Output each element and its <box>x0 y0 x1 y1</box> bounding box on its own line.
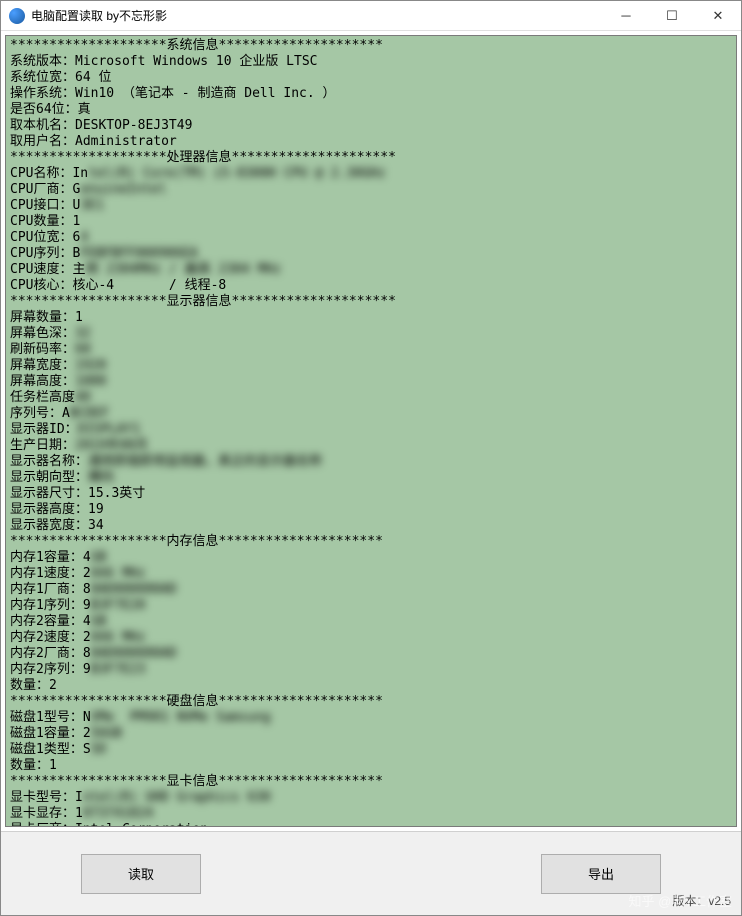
gpu-line: 显卡显存：1073741824 <box>10 806 732 822</box>
memory-line: 内存1容量：4GB <box>10 550 732 566</box>
memory-line: 内存2速度：2666 MHz <box>10 630 732 646</box>
display-line: 显示器名称：通用即插即用监视器，真正的显示器名称 <box>10 454 732 470</box>
cpu-line: CPU核心：核心-4 / 线程-8 <box>10 278 732 294</box>
disk-section-header: ********************硬盘信息****************… <box>10 694 732 710</box>
display-line: 屏幕高度：1080 <box>10 374 732 390</box>
cpu-line: CPU厂商：GenuineIntel <box>10 182 732 198</box>
text-panel-wrap: ********************系统信息****************… <box>1 31 741 831</box>
display-section-header: ********************显示器信息***************… <box>10 294 732 310</box>
display-line: 显示器高度：19 <box>10 502 732 518</box>
cpu-line: CPU速度：主频 2304MHz / 最高 2304 MHz <box>10 262 732 278</box>
maximize-button[interactable]: ☐ <box>649 1 695 30</box>
display-line: 显示朝向型：横向 <box>10 470 732 486</box>
titlebar: 电脑配置读取 by不忘形影 ─ ☐ ✕ <box>1 1 741 31</box>
window-title: 电脑配置读取 by不忘形影 <box>31 7 603 24</box>
system-line: 系统位宽：64 位 <box>10 70 732 86</box>
cpu-section-header: ********************处理器信息***************… <box>10 150 732 166</box>
gpu-line: 显卡厂商：Intel Corporation <box>10 822 732 827</box>
system-line: 取本机名：DESKTOP-8EJ3T49 <box>10 118 732 134</box>
disk-line: 数量：1 <box>10 758 732 774</box>
memory-section-header: ********************内存信息****************… <box>10 534 732 550</box>
disk-line: 磁盘1型号：NVMe PM981 NVMe Samsung <box>10 710 732 726</box>
cpu-line: CPU名称：Intel(R) Core(TM) i5-8300H CPU @ 2… <box>10 166 732 182</box>
content-area: ********************系统信息****************… <box>1 31 741 915</box>
system-line: 系统版本：Microsoft Windows 10 企业版 LTSC <box>10 54 732 70</box>
gpu-line: 显卡型号：Intel(R) UHD Graphics 630 <box>10 790 732 806</box>
memory-line: 内存1序列：9B3F7E20 <box>10 598 732 614</box>
memory-line: 数量：2 <box>10 678 732 694</box>
display-line: 显示器ID：DISPLAY1 <box>10 422 732 438</box>
display-line: 屏幕宽度：1920 <box>10 358 732 374</box>
system-line: 是否64位：真 <box>10 102 732 118</box>
display-line: 刷新码率：60 <box>10 342 732 358</box>
disk-line: 磁盘1容量：256GB <box>10 726 732 742</box>
cpu-line: CPU数量：1 <box>10 214 732 230</box>
version-label: 版本：v2.5 <box>672 892 731 909</box>
memory-line: 内存1速度：2666 MHz <box>10 566 732 582</box>
display-line: 屏幕数量：1 <box>10 310 732 326</box>
close-button[interactable]: ✕ <box>695 1 741 30</box>
minimize-button[interactable]: ─ <box>603 1 649 30</box>
memory-line: 内存2序列：9B3F7E23 <box>10 662 732 678</box>
cpu-line: CPU位宽：64 <box>10 230 732 246</box>
gpu-section-header: ********************显卡信息****************… <box>10 774 732 790</box>
display-line: 序列号：ABCDEF <box>10 406 732 422</box>
disk-line: 磁盘1类型：SSD <box>10 742 732 758</box>
system-section-header: ********************系统信息****************… <box>10 38 732 54</box>
display-line: 屏幕色深：32 <box>10 326 732 342</box>
read-button[interactable]: 读取 <box>81 854 201 894</box>
window-controls: ─ ☐ ✕ <box>603 1 741 30</box>
info-text-panel[interactable]: ********************系统信息****************… <box>5 35 737 827</box>
display-line: 显示器尺寸：15.3英寸 <box>10 486 732 502</box>
system-line: 取用户名：Administrator <box>10 134 732 150</box>
memory-line: 内存1厂商：80AD000080AD <box>10 582 732 598</box>
bottom-bar: 读取 导出 版本：v2.5 <box>1 831 741 915</box>
cpu-line: CPU接口：U3E1 <box>10 198 732 214</box>
display-line: 任务栏高度40 <box>10 390 732 406</box>
display-line: 生产日期：2019年08月 <box>10 438 732 454</box>
memory-line: 内存2容量：4GB <box>10 614 732 630</box>
display-line: 显示器宽度：34 <box>10 518 732 534</box>
memory-line: 内存2厂商：80AD000080AD <box>10 646 732 662</box>
app-window: 电脑配置读取 by不忘形影 ─ ☐ ✕ ********************… <box>0 0 742 916</box>
app-icon <box>9 8 25 24</box>
system-line: 操作系统：Win10 （笔记本 - 制造商 Dell Inc. ） <box>10 86 732 102</box>
cpu-line: CPU序列：BFEBFBFF000906EA <box>10 246 732 262</box>
export-button[interactable]: 导出 <box>541 854 661 894</box>
